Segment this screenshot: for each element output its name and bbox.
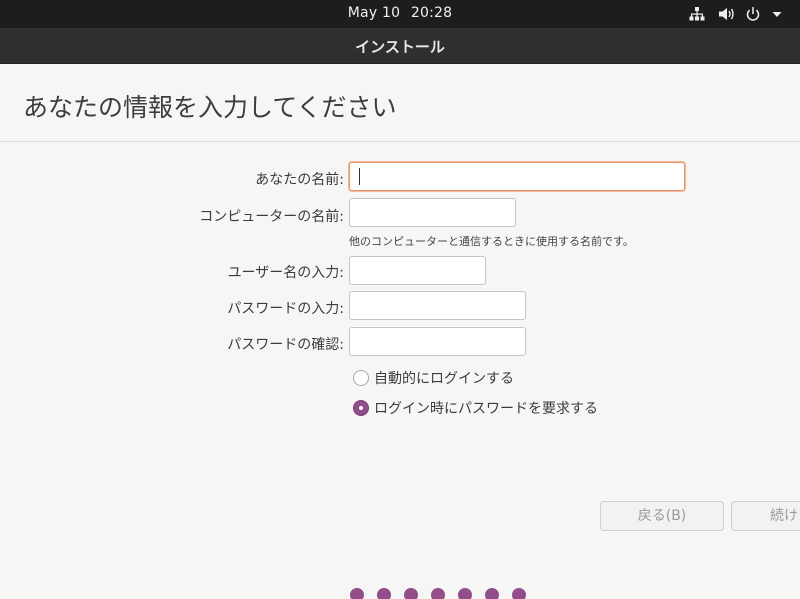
volume-icon[interactable] — [718, 4, 736, 24]
auto-login-label: 自動的にログインする — [374, 371, 514, 387]
progress-dot — [350, 588, 364, 599]
power-icon[interactable] — [745, 4, 761, 24]
username-label: ユーザー名の入力: — [227, 265, 344, 281]
back-button[interactable]: 戻る(B) — [600, 501, 724, 531]
window-title: インストール — [355, 38, 445, 56]
progress-dot — [485, 588, 499, 599]
auto-login-radio[interactable] — [353, 370, 369, 386]
installer-content: あなたの情報を入力してください あなたの名前: コンピューターの名前: 他のコン… — [0, 64, 800, 599]
continue-button[interactable]: 続け — [731, 501, 800, 531]
system-menu-arrow-icon[interactable] — [771, 4, 783, 24]
clock-date: May 10 — [347, 5, 401, 21]
computer-name-input[interactable] — [349, 198, 516, 227]
require-password-radio[interactable] — [353, 400, 369, 416]
name-label: あなたの名前: — [255, 172, 344, 188]
progress-indicator — [350, 588, 539, 599]
require-password-label: ログイン時にパスワードを要求する — [374, 401, 598, 417]
name-input[interactable] — [349, 162, 685, 191]
password-label: パスワードの入力: — [227, 301, 344, 317]
progress-dot — [377, 588, 391, 599]
window-title-bar[interactable]: インストール — [0, 28, 800, 64]
auto-login-option[interactable]: 自動的にログインする — [353, 368, 514, 388]
page-title: あなたの情報を入力してください — [23, 93, 397, 122]
text-caret — [359, 168, 360, 185]
computer-name-hint: 他のコンピューターと通信するときに使用する名前です。 — [349, 235, 634, 248]
confirm-password-input[interactable] — [349, 327, 526, 356]
progress-dot — [431, 588, 445, 599]
clock-time: 20:28 — [410, 5, 453, 21]
progress-dot — [512, 588, 526, 599]
clock[interactable]: May 10 20:28 — [0, 5, 800, 21]
require-password-option[interactable]: ログイン時にパスワードを要求する — [353, 398, 598, 418]
username-input[interactable] — [349, 256, 486, 285]
network-icon[interactable] — [689, 4, 705, 24]
confirm-password-label: パスワードの確認: — [227, 337, 344, 353]
page-header: あなたの情報を入力してください — [0, 64, 800, 142]
progress-dot — [404, 588, 418, 599]
password-input[interactable] — [349, 291, 526, 320]
top-panel: May 10 20:28 — [0, 0, 800, 28]
computer-name-label: コンピューターの名前: — [199, 209, 344, 225]
progress-dot — [458, 588, 472, 599]
